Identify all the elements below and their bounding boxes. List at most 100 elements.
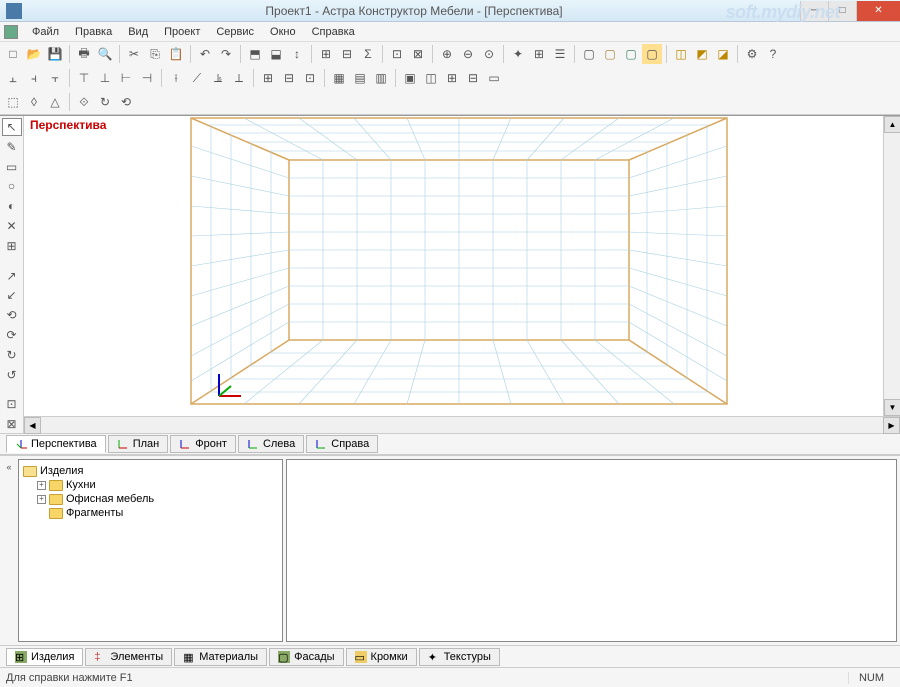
tab-facades[interactable]: ▢ Фасады — [269, 648, 343, 666]
tool-icon[interactable]: ⊠ — [408, 44, 428, 64]
tool-icon[interactable]: ⟲ — [116, 92, 136, 112]
align-icon[interactable]: ⊢ — [116, 68, 136, 88]
layout-icon[interactable]: ▤ — [350, 68, 370, 88]
tab-elements[interactable]: ‡ Элементы — [85, 648, 172, 666]
tool-icon[interactable]: ⊡ — [387, 44, 407, 64]
layout-icon[interactable]: ⊡ — [300, 68, 320, 88]
preview-icon[interactable]: 🔍 — [95, 44, 115, 64]
tool-icon[interactable]: ☰ — [550, 44, 570, 64]
layout-icon[interactable]: ⊟ — [279, 68, 299, 88]
menu-file[interactable]: Файл — [24, 24, 67, 40]
tab-front[interactable]: Фронт — [170, 435, 236, 453]
scroll-up-icon[interactable]: ▲ — [884, 116, 900, 133]
tool-icon[interactable]: ↗ — [2, 267, 22, 285]
cone-icon[interactable]: △ — [45, 92, 65, 112]
cursor-icon[interactable]: ↖ — [2, 118, 22, 136]
layout-icon[interactable]: ⊞ — [442, 68, 462, 88]
canvas-3d[interactable] — [24, 116, 900, 416]
layout-icon[interactable]: ▭ — [484, 68, 504, 88]
collapse-icon[interactable]: « — [2, 460, 16, 474]
minimize-button[interactable]: ─ — [800, 1, 828, 21]
tree-item[interactable]: Фрагменты — [49, 506, 278, 520]
align-icon[interactable]: ⫠ — [3, 68, 23, 88]
cube-icon[interactable]: ⬚ — [3, 92, 23, 112]
align-icon[interactable]: ⟂ — [229, 68, 249, 88]
open-icon[interactable]: 📂 — [24, 44, 44, 64]
tool-icon[interactable]: ⚙ — [742, 44, 762, 64]
align-icon[interactable]: ⫟ — [45, 68, 65, 88]
expand-icon[interactable]: + — [37, 495, 46, 504]
box-icon[interactable]: ▢ — [621, 44, 641, 64]
tree-item[interactable]: + Кухни — [37, 478, 278, 492]
tool-icon[interactable]: ◪ — [713, 44, 733, 64]
menu-edit[interactable]: Правка — [67, 24, 120, 40]
tool-icon[interactable]: ⬓ — [266, 44, 286, 64]
tab-edges[interactable]: ▭ Кромки — [346, 648, 417, 666]
tree-item[interactable]: + Офисная мебель — [37, 492, 278, 506]
tool-icon[interactable]: ▭ — [2, 158, 22, 176]
align-icon[interactable]: ⟋ — [187, 68, 207, 88]
tool-icon[interactable]: ✕ — [2, 217, 22, 235]
tool-icon[interactable]: ⟳ — [2, 326, 22, 344]
tool-icon[interactable]: ↻ — [95, 92, 115, 112]
layout-icon[interactable]: ⊞ — [258, 68, 278, 88]
zoom-in-icon[interactable]: ⊕ — [437, 44, 457, 64]
paste-icon[interactable]: 📋 — [166, 44, 186, 64]
layout-icon[interactable]: ⊟ — [463, 68, 483, 88]
save-icon[interactable]: 💾 — [45, 44, 65, 64]
scroll-left-icon[interactable]: ◀ — [24, 417, 41, 434]
align-icon[interactable]: ⊤ — [74, 68, 94, 88]
menu-service[interactable]: Сервис — [208, 24, 262, 40]
tool-icon[interactable]: ↙ — [2, 286, 22, 304]
tool-icon[interactable]: ⊡ — [2, 395, 22, 413]
close-button[interactable]: ✕ — [856, 1, 900, 21]
tool-icon[interactable]: ⟐ — [74, 92, 94, 112]
new-icon[interactable]: □ — [3, 44, 23, 64]
tab-products[interactable]: ⊞ Изделия — [6, 648, 83, 666]
help-icon[interactable]: ? — [763, 44, 783, 64]
tool-icon[interactable]: ⊟ — [337, 44, 357, 64]
zoom-out-icon[interactable]: ⊖ — [458, 44, 478, 64]
tool-icon[interactable]: ⊞ — [529, 44, 549, 64]
layout-icon[interactable]: ◫ — [421, 68, 441, 88]
align-icon[interactable]: ⫞ — [24, 68, 44, 88]
tab-left[interactable]: Слева — [238, 435, 304, 453]
layout-icon[interactable]: ▦ — [329, 68, 349, 88]
mdi-icon[interactable] — [4, 25, 18, 39]
box-icon[interactable]: ▢ — [579, 44, 599, 64]
maximize-button[interactable]: □ — [828, 1, 856, 21]
tab-perspective[interactable]: Перспектива — [6, 435, 106, 453]
scroll-down-icon[interactable]: ▼ — [884, 399, 900, 416]
menu-view[interactable]: Вид — [120, 24, 156, 40]
prism-icon[interactable]: ◊ — [24, 92, 44, 112]
print-icon[interactable]: 🖶 — [74, 44, 94, 64]
tab-plan[interactable]: План — [108, 435, 169, 453]
tool-icon[interactable]: ↻ — [2, 346, 22, 364]
viewport[interactable]: Перспектива — [24, 116, 900, 433]
sigma-icon[interactable]: Σ — [358, 44, 378, 64]
align-icon[interactable]: ⟊ — [166, 68, 186, 88]
tool-icon[interactable]: ◫ — [671, 44, 691, 64]
align-icon[interactable]: ⊥ — [95, 68, 115, 88]
tool-icon[interactable]: ⊞ — [2, 237, 22, 255]
menu-help[interactable]: Справка — [304, 24, 363, 40]
tool-icon[interactable]: ⊞ — [316, 44, 336, 64]
tool-icon[interactable]: ⟲ — [2, 306, 22, 324]
expand-icon[interactable]: + — [37, 481, 46, 490]
tool-icon[interactable]: ↺ — [2, 366, 22, 384]
box-icon[interactable]: ▢ — [600, 44, 620, 64]
menu-project[interactable]: Проект — [156, 24, 208, 40]
undo-icon[interactable]: ↶ — [195, 44, 215, 64]
tool-icon[interactable]: ✦ — [508, 44, 528, 64]
tool-icon[interactable]: ◐ — [2, 197, 22, 215]
zoom-fit-icon[interactable]: ⊙ — [479, 44, 499, 64]
tool-icon[interactable]: ✎ — [2, 138, 22, 156]
preview-panel[interactable] — [286, 459, 897, 642]
tool-icon[interactable]: ⬒ — [245, 44, 265, 64]
scrollbar-vertical[interactable]: ▲ ▼ — [883, 116, 900, 416]
box-icon[interactable]: ▢ — [642, 44, 662, 64]
tool-icon[interactable]: ◩ — [692, 44, 712, 64]
tree-root[interactable]: Изделия — [23, 464, 278, 478]
redo-icon[interactable]: ↷ — [216, 44, 236, 64]
cut-icon[interactable]: ✂ — [124, 44, 144, 64]
